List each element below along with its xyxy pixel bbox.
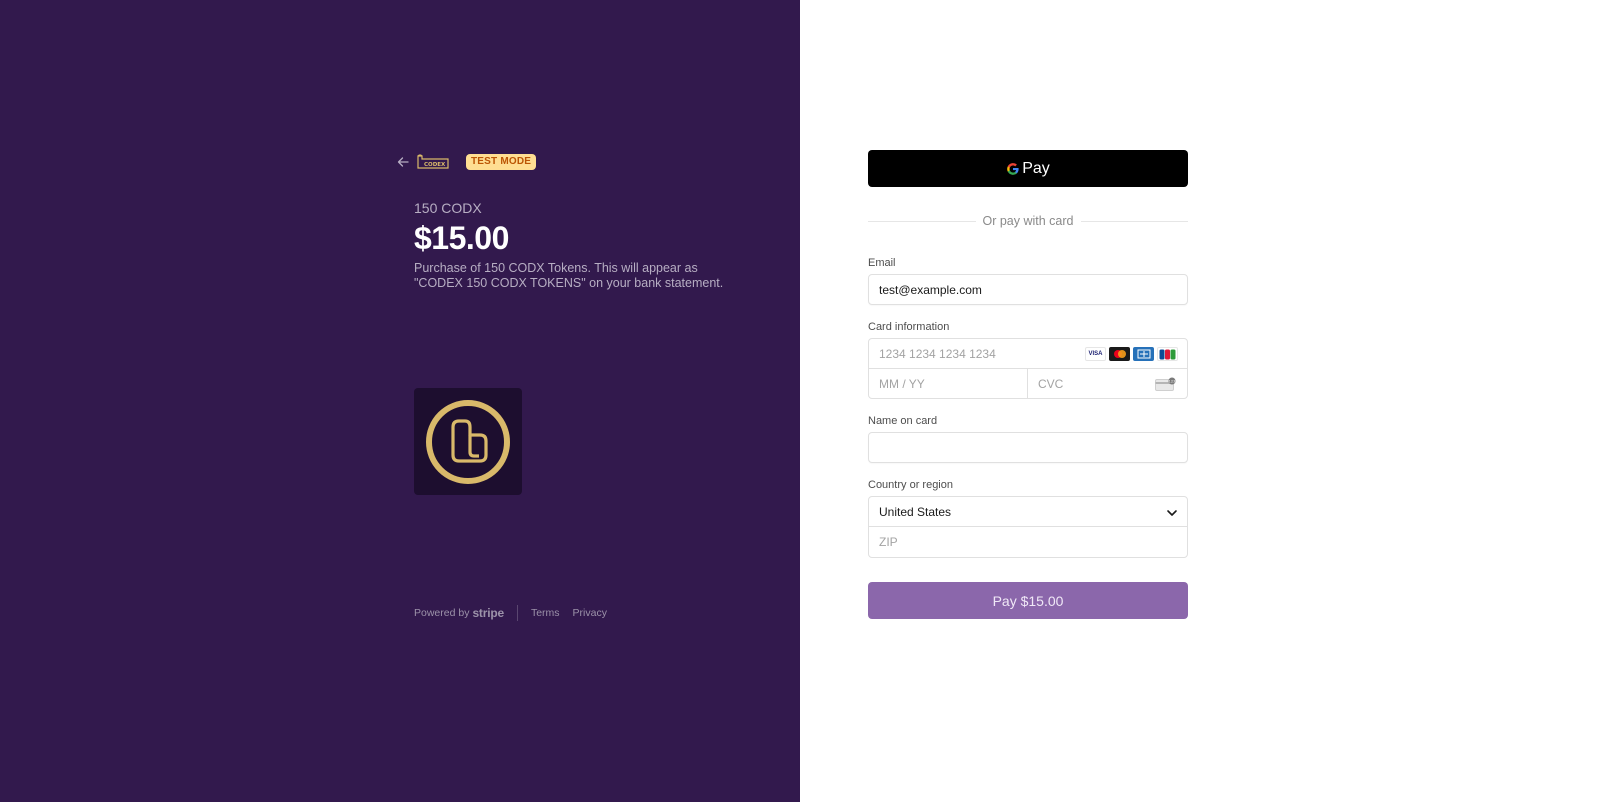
zip-field[interactable]: ZIP	[869, 527, 1187, 557]
cvc-placeholder: CVC	[1038, 377, 1064, 391]
chevron-down-icon	[1167, 510, 1177, 516]
zip-placeholder: ZIP	[879, 535, 898, 549]
email-value: test@example.com	[879, 283, 982, 297]
arrow-left-icon	[397, 157, 409, 167]
stripe-logo: stripe	[472, 606, 504, 620]
card-cvc-field[interactable]: CVC 123	[1028, 369, 1187, 399]
svg-text:123: 123	[1169, 380, 1176, 384]
test-mode-badge: TEST MODE	[466, 154, 537, 170]
country-region-group: United States ZIP	[868, 496, 1188, 558]
brand-logo[interactable]: CODEX	[416, 153, 450, 171]
card-brands: VISA	[1085, 347, 1178, 361]
footer: Powered by stripe Terms Privacy	[414, 605, 620, 621]
product-description: Purchase of 150 CODX Tokens. This will a…	[414, 261, 724, 290]
country-select[interactable]: United States	[869, 497, 1187, 527]
privacy-link[interactable]: Privacy	[573, 607, 607, 619]
expiry-placeholder: MM / YY	[879, 377, 925, 391]
country-value: United States	[879, 505, 952, 519]
pay-with-card-divider: Or pay with card	[868, 213, 1189, 229]
country-label: Country or region	[868, 479, 953, 491]
terms-link[interactable]: Terms	[531, 607, 560, 619]
mastercard-icon	[1109, 347, 1130, 361]
svg-text:CODEX: CODEX	[424, 162, 446, 168]
card-number-field[interactable]: 1234 1234 1234 1234 VISA	[869, 339, 1187, 369]
pay-button[interactable]: Pay $15.00	[868, 582, 1188, 619]
google-pay-label: Pay	[1022, 159, 1050, 177]
payment-panel	[800, 0, 1600, 802]
divider-text: Or pay with card	[982, 214, 1074, 228]
footer-divider	[516, 605, 518, 621]
back-button[interactable]	[396, 151, 410, 173]
card-number-placeholder: 1234 1234 1234 1234	[879, 347, 996, 361]
product-price: $15.00	[414, 220, 509, 256]
product-image	[414, 388, 522, 495]
order-summary-panel: CODEX TEST MODE 150 CODX $15.00 Purchase…	[0, 0, 800, 802]
header-row: CODEX TEST MODE	[396, 151, 537, 173]
powered-by[interactable]: Powered by stripe	[414, 606, 504, 620]
product-name: 150 CODX	[414, 200, 482, 216]
jcb-icon	[1157, 347, 1178, 361]
card-information-label: Card information	[868, 321, 950, 333]
cvc-card-icon: 123	[1155, 377, 1176, 391]
email-field[interactable]: test@example.com	[868, 274, 1188, 305]
codex-scroll-logo-icon	[426, 399, 510, 484]
email-label: Email	[868, 257, 896, 269]
google-pay-button[interactable]: Pay	[868, 150, 1188, 187]
card-information-group: 1234 1234 1234 1234 VISA MM / YY CVC 123	[868, 338, 1188, 399]
visa-icon: VISA	[1085, 347, 1106, 361]
card-expiry-field[interactable]: MM / YY	[869, 369, 1028, 399]
amex-icon	[1133, 347, 1154, 361]
name-on-card-field[interactable]	[868, 432, 1188, 463]
google-g-icon	[1007, 162, 1019, 175]
name-on-card-label: Name on card	[868, 415, 938, 427]
